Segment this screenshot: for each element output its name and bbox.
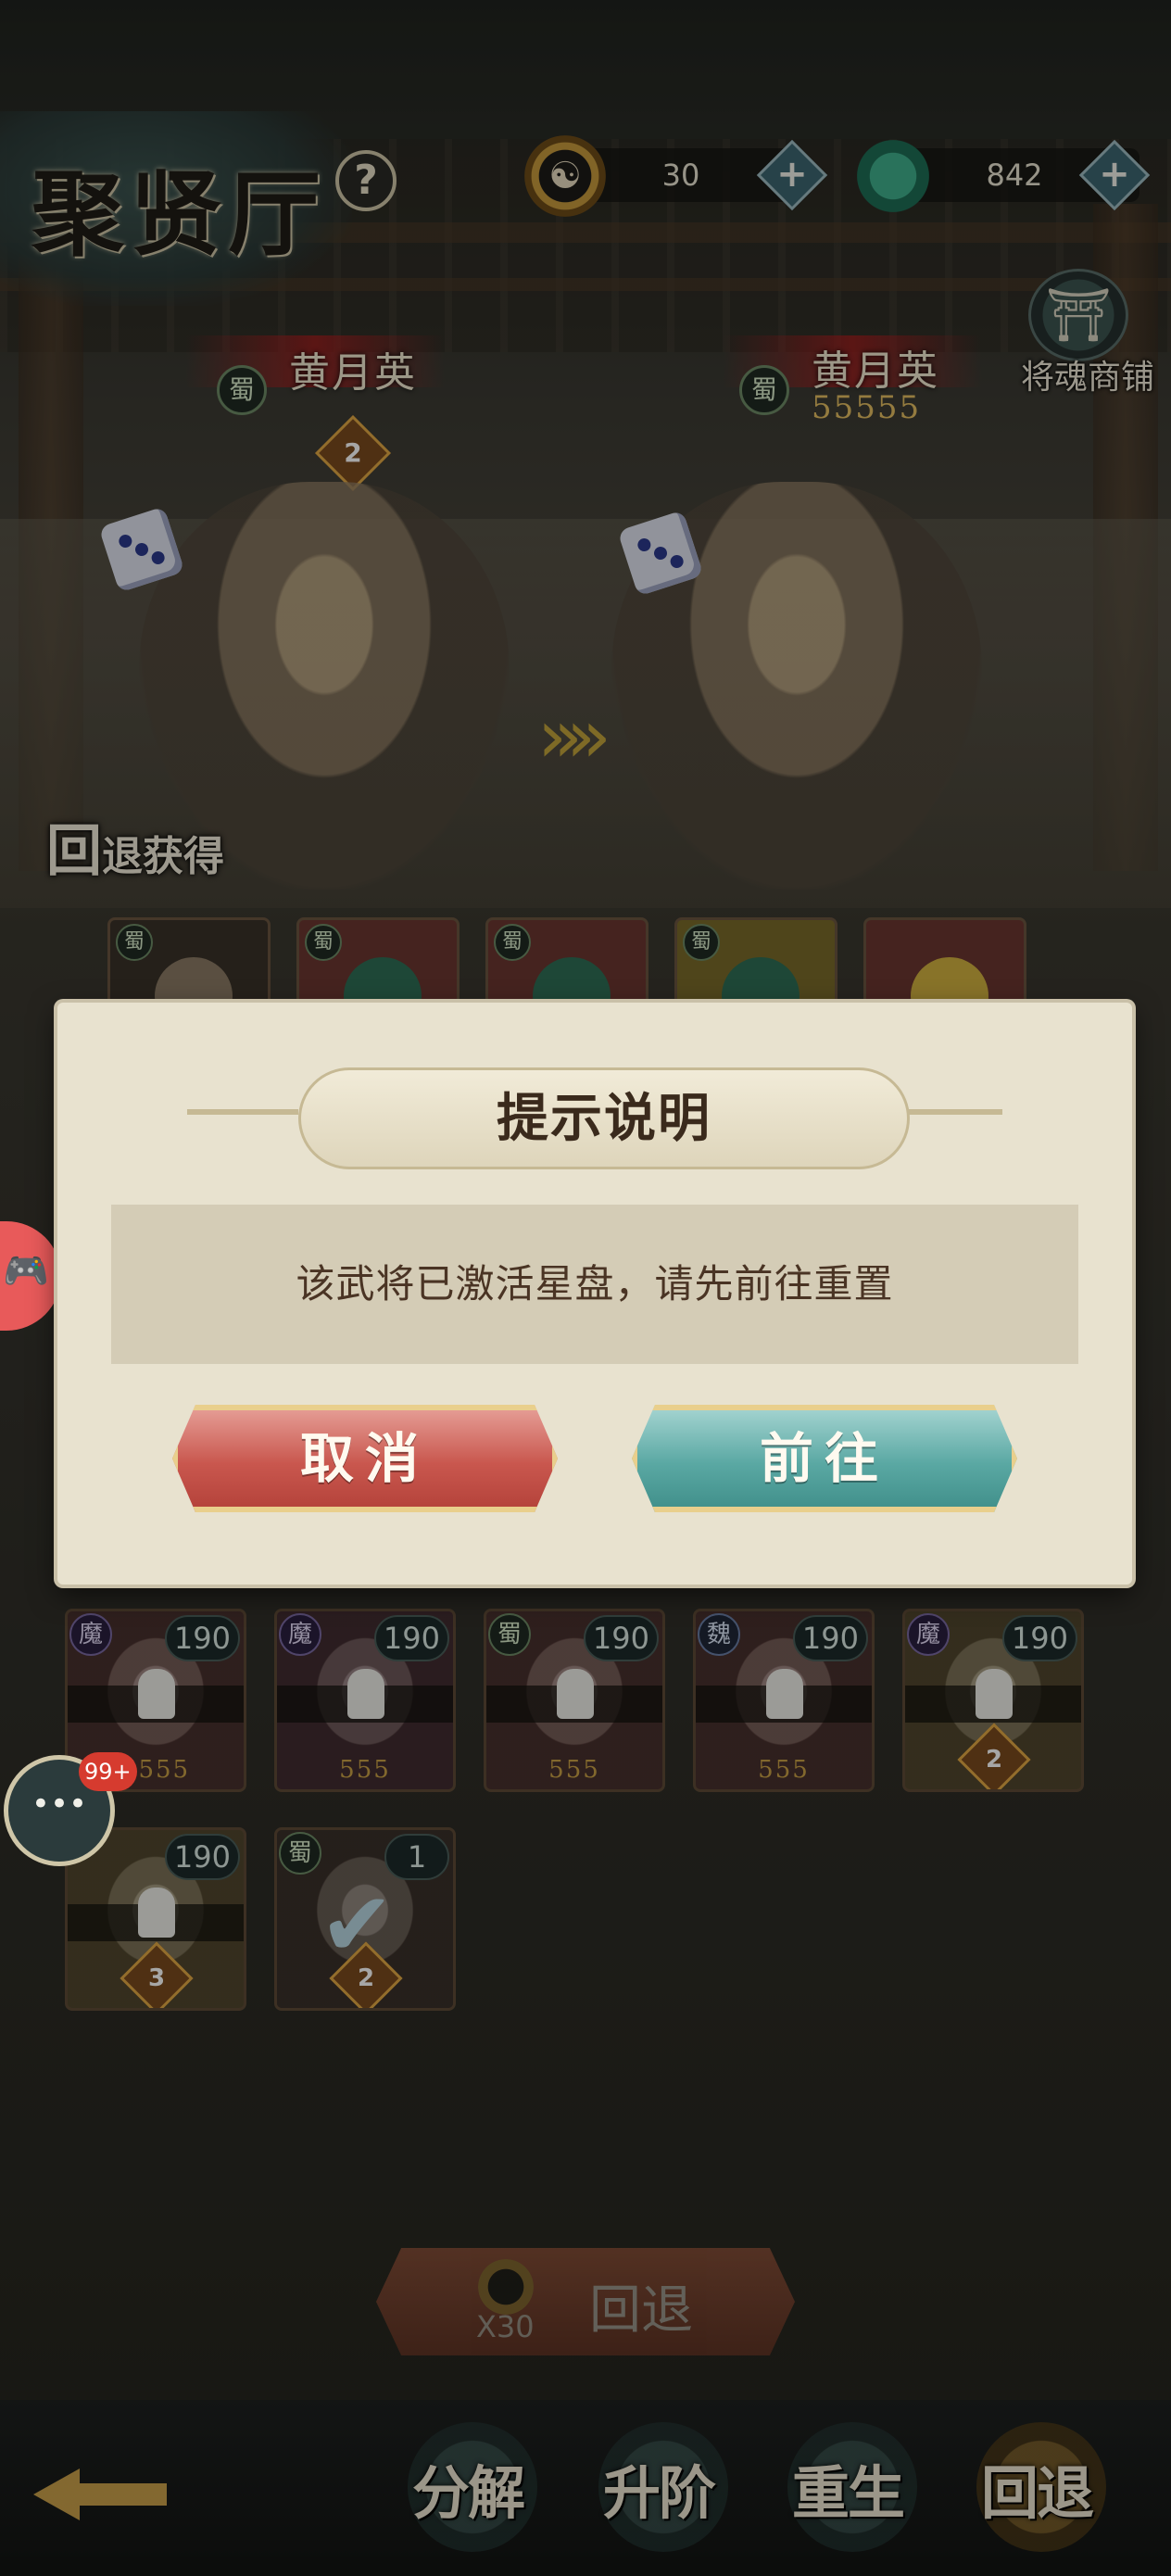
dialog-message: 该武将已激活星盘，请先前往重置: [296, 1261, 894, 1307]
dialog-message-box: 该武将已激活星盘，请先前往重置: [111, 1205, 1078, 1364]
dialog-title: 提示说明: [497, 1088, 711, 1149]
prompt-dialog: 提示说明 该武将已激活星盘，请先前往重置 取消 前往: [57, 1003, 1132, 1585]
go-button-label: 前往: [759, 1427, 889, 1490]
go-button[interactable]: 前往: [632, 1405, 1017, 1512]
cancel-button-label: 取消: [299, 1427, 430, 1490]
chat-unread-badge: 99+: [79, 1752, 137, 1791]
floating-chat-button[interactable]: 99+: [4, 1752, 137, 1866]
dialog-title-plate: 提示说明: [298, 1067, 910, 1169]
title-ornament: [187, 1109, 298, 1115]
cancel-button[interactable]: 取消: [172, 1405, 558, 1512]
